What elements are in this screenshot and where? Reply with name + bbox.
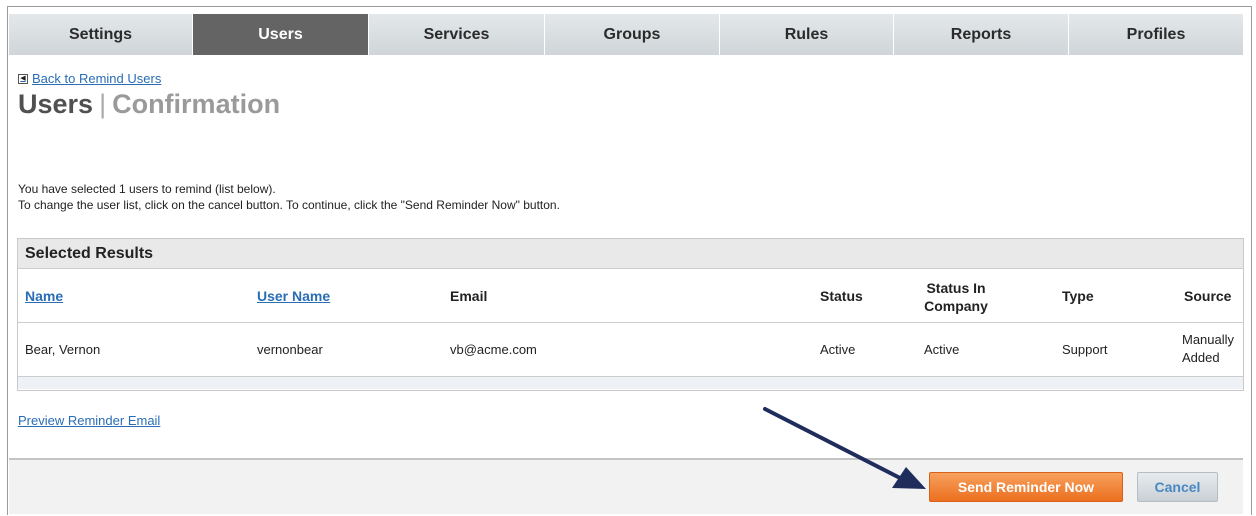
- tab-services[interactable]: Services: [369, 14, 545, 55]
- tab-profiles[interactable]: Profiles: [1069, 14, 1243, 55]
- tab-rules[interactable]: Rules: [720, 14, 894, 55]
- page-title-separator: |: [99, 89, 107, 119]
- cancel-button[interactable]: Cancel: [1137, 472, 1218, 502]
- cell-source: Manually Added: [1182, 332, 1235, 365]
- tab-reports[interactable]: Reports: [894, 14, 1069, 55]
- back-to-remind-users-link[interactable]: ◀ Back to Remind Users: [18, 71, 161, 86]
- cell-status-in-company: Active: [924, 342, 960, 357]
- arrow-left-icon: ◀: [18, 73, 28, 84]
- table-row: Bear, Vernon vernonbear vb@acme.com Acti…: [18, 323, 1243, 377]
- results-table-header: Name User Name Email Status Status In Co…: [18, 269, 1243, 323]
- column-header-status: Status: [820, 288, 863, 304]
- tab-settings[interactable]: Settings: [9, 14, 193, 55]
- main-tab-bar: Settings Users Services Groups Rules Rep…: [9, 14, 1243, 55]
- cell-name: Bear, Vernon: [25, 342, 101, 357]
- page-title-section: Users: [18, 89, 94, 119]
- column-header-username[interactable]: User Name: [257, 288, 330, 304]
- page-title-subsection: Confirmation: [112, 89, 281, 119]
- cell-email: vb@acme.com: [450, 342, 537, 357]
- intro-line-2: To change the user list, click on the ca…: [18, 198, 560, 212]
- back-link-label: Back to Remind Users: [32, 71, 162, 86]
- send-reminder-now-button[interactable]: Send Reminder Now: [929, 472, 1123, 502]
- intro-line-1: You have selected 1 users to remind (lis…: [18, 182, 276, 196]
- column-header-name[interactable]: Name: [25, 288, 63, 304]
- cell-username: vernonbear: [257, 342, 323, 357]
- page-title: Users | Confirmation: [18, 89, 280, 120]
- intro-text: You have selected 1 users to remind (lis…: [18, 181, 560, 213]
- tab-users[interactable]: Users: [193, 14, 369, 55]
- column-header-email: Email: [450, 288, 488, 304]
- tab-groups[interactable]: Groups: [545, 14, 720, 55]
- preview-reminder-email-link[interactable]: Preview Reminder Email: [18, 413, 160, 428]
- column-header-status-in-company: Status In Company: [924, 280, 988, 314]
- column-header-type: Type: [1062, 288, 1094, 304]
- cell-type: Support: [1062, 342, 1108, 357]
- selected-results-panel: Selected Results Name User Name Email St…: [17, 238, 1244, 391]
- column-header-source: Source: [1184, 288, 1232, 304]
- cell-status: Active: [820, 342, 856, 357]
- results-table-footer: [18, 377, 1243, 389]
- selected-results-header: Selected Results: [18, 239, 1243, 269]
